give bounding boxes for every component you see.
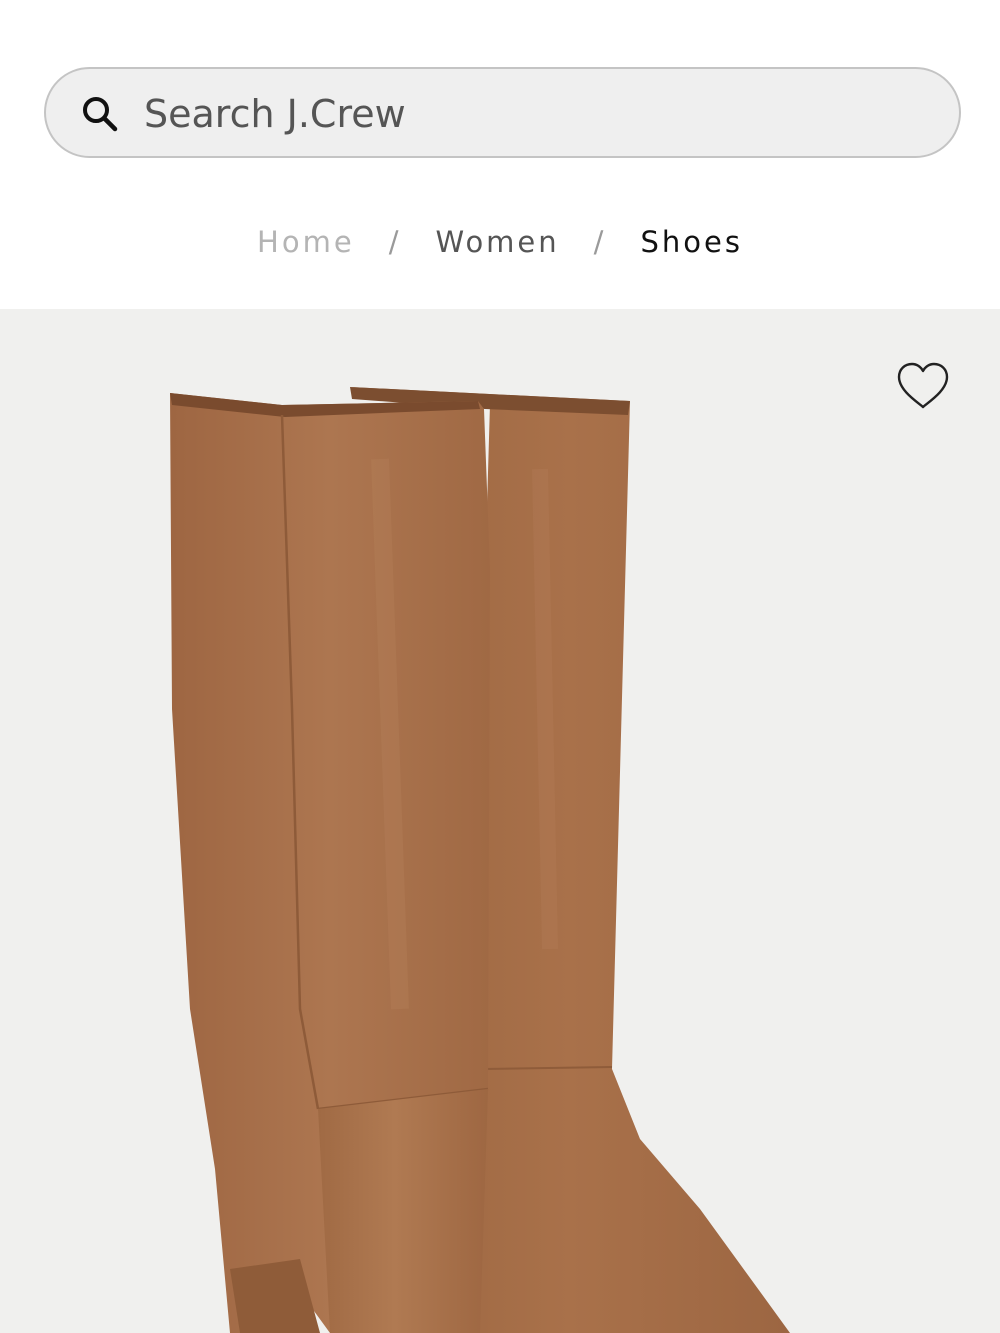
breadcrumb-women[interactable]: Women [431, 225, 563, 259]
breadcrumb-home[interactable]: Home [253, 225, 359, 259]
product-page: Home / Women / Shoes [0, 0, 1000, 1333]
breadcrumb-shoes: Shoes [640, 225, 743, 259]
breadcrumb-separator: / [593, 225, 607, 259]
search-bar[interactable] [44, 67, 961, 158]
boots-image [170, 387, 790, 1333]
breadcrumb: Home / Women / Shoes [0, 218, 1000, 266]
search-icon [83, 97, 118, 132]
product-image[interactable] [0, 309, 1000, 1333]
breadcrumb-separator: / [388, 225, 402, 259]
search-input[interactable] [144, 87, 904, 141]
heart-outline-icon[interactable] [895, 361, 951, 411]
